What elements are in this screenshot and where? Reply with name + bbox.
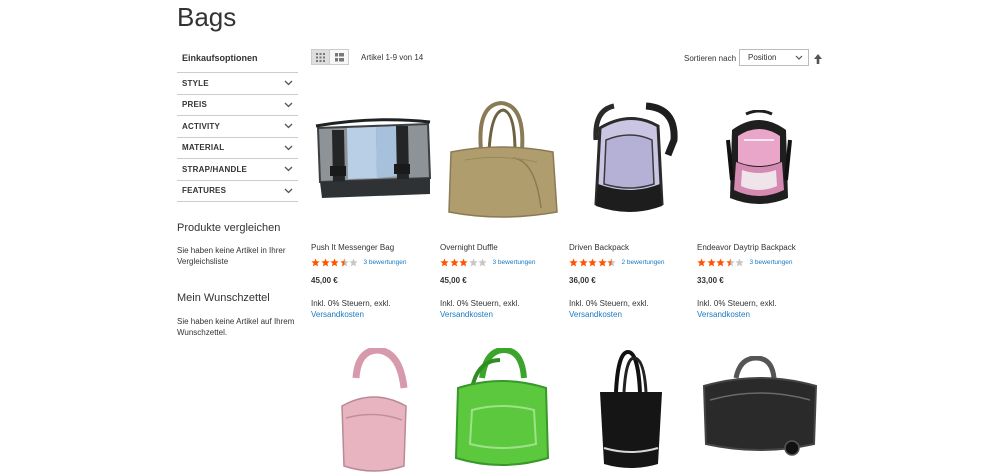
filter-label: STRAP/HANDLE (182, 164, 248, 174)
page-title: Bags (177, 2, 237, 32)
sidebar: Einkaufsoptionen STYLE PREIS ACTIVITY MA… (177, 50, 298, 202)
product-rating: 3 bewertungen (440, 258, 536, 267)
filter-strap-handle[interactable]: STRAP/HANDLE (177, 158, 298, 180)
rating-stars (569, 258, 617, 267)
star-icon (735, 258, 744, 267)
star-icon (716, 258, 725, 267)
list-view-button[interactable] (330, 49, 349, 65)
star-icon (706, 258, 716, 267)
star-icon (607, 258, 616, 267)
filter-features[interactable]: FEATURES (177, 179, 298, 202)
shipping-link[interactable]: Versandkosten (697, 310, 777, 321)
star-icon (597, 258, 607, 267)
filter-label: ACTIVITY (182, 121, 221, 131)
filter-label: MATERIAL (182, 143, 225, 153)
product-image-black-tote[interactable] (596, 348, 666, 476)
product-price: 36,00 € (569, 276, 596, 285)
product-price: 45,00 € (311, 276, 338, 285)
star-icon (339, 258, 349, 267)
chevron-down-icon (283, 143, 293, 153)
filter-activity[interactable]: ACTIVITY (177, 115, 298, 137)
tax-info: Inkl. 0% Steuern, exkl. Versandkosten (697, 299, 777, 320)
chevron-down-icon (283, 186, 293, 196)
star-icon (311, 258, 320, 267)
chevron-down-icon (283, 164, 293, 174)
reviews-link[interactable]: 2 bewertungen (622, 259, 665, 266)
filter-list: STYLE PREIS ACTIVITY MATERIAL STRAP/HAND… (177, 72, 298, 202)
view-mode-switcher (311, 49, 349, 65)
product-image-driven-backpack[interactable] (586, 100, 681, 220)
rating-stars (697, 258, 745, 267)
star-icon (578, 258, 588, 267)
product-image-endeavor-backpack[interactable] (724, 110, 794, 210)
star-icon (478, 258, 487, 267)
rating-stars (311, 258, 359, 267)
sorter-label: Sortieren nach (684, 54, 737, 63)
filter-material[interactable]: MATERIAL (177, 136, 298, 159)
star-icon (468, 258, 478, 267)
reviews-link[interactable]: 3 bewertungen (493, 259, 536, 266)
shipping-link[interactable]: Versandkosten (311, 310, 391, 321)
tax-text: Inkl. 0% Steuern, exkl. (569, 299, 649, 308)
tax-info: Inkl. 0% Steuern, exkl. Versandkosten (569, 299, 649, 320)
reviews-link[interactable]: 3 bewertungen (750, 259, 793, 266)
star-icon (697, 258, 706, 267)
star-icon (449, 258, 459, 267)
filter-preis[interactable]: PREIS (177, 93, 298, 116)
sort-direction-button[interactable] (813, 52, 823, 64)
filter-style[interactable]: STYLE (177, 72, 298, 94)
filter-label: STYLE (182, 78, 209, 88)
product-name[interactable]: Overnight Duffle (440, 243, 498, 252)
shipping-link[interactable]: Versandkosten (440, 310, 520, 321)
shopping-options-title: Einkaufsoptionen (182, 53, 258, 63)
product-name[interactable]: Endeavor Daytrip Backpack (697, 243, 796, 252)
product-image-overnight-duffle[interactable] (445, 100, 560, 220)
star-icon (725, 258, 735, 267)
compare-title: Produkte vergleichen (177, 222, 281, 234)
chevron-down-icon (283, 100, 293, 110)
filter-label: PREIS (182, 100, 208, 110)
tax-text: Inkl. 0% Steuern, exkl. (311, 299, 391, 308)
product-name[interactable]: Driven Backpack (569, 243, 629, 252)
product-rating: 3 bewertungen (311, 258, 407, 267)
rating-stars (440, 258, 488, 267)
star-icon (569, 258, 578, 267)
arrow-up-icon (814, 54, 822, 64)
chevron-down-icon (283, 121, 293, 131)
wishlist-empty-text: Sie haben keine Artikel auf Ihrem Wunsch… (177, 317, 295, 337)
reviews-link[interactable]: 3 bewertungen (364, 259, 407, 266)
star-icon (459, 258, 468, 267)
list-view-icon (334, 52, 344, 61)
star-icon (320, 258, 330, 267)
product-price: 33,00 € (697, 276, 724, 285)
star-icon (588, 258, 597, 267)
toolbar-amount: Artikel 1-9 von 14 (361, 53, 424, 62)
product-name[interactable]: Push It Messenger Bag (311, 243, 394, 252)
grid-view-icon (316, 52, 325, 62)
star-icon (349, 258, 358, 267)
chevron-down-icon (795, 54, 803, 63)
tax-info: Inkl. 0% Steuern, exkl. Versandkosten (440, 299, 520, 320)
product-rating: 3 bewertungen (697, 258, 793, 267)
product-rating: 2 bewertungen (569, 258, 665, 267)
product-image-messenger-bag[interactable] (314, 118, 432, 203)
grid-view-button[interactable] (311, 49, 330, 65)
star-icon (330, 258, 339, 267)
tax-text: Inkl. 0% Steuern, exkl. (697, 299, 777, 308)
product-price: 45,00 € (440, 276, 467, 285)
sort-select[interactable]: Position (739, 49, 809, 66)
shipping-link[interactable]: Versandkosten (569, 310, 649, 321)
product-image-rolling-duffle[interactable] (700, 356, 820, 460)
tax-text: Inkl. 0% Steuern, exkl. (440, 299, 520, 308)
product-image-green-tote[interactable] (452, 348, 552, 476)
sort-select-value: Position (748, 53, 777, 62)
wishlist-title: Mein Wunschzettel (177, 292, 270, 304)
product-image-pink-shoulder-bag[interactable] (338, 348, 410, 476)
chevron-down-icon (283, 78, 293, 88)
tax-info: Inkl. 0% Steuern, exkl. Versandkosten (311, 299, 391, 320)
compare-empty-text: Sie haben keine Artikel in Ihrer Verglei… (177, 246, 286, 266)
star-icon (440, 258, 449, 267)
filter-label: FEATURES (182, 186, 227, 196)
